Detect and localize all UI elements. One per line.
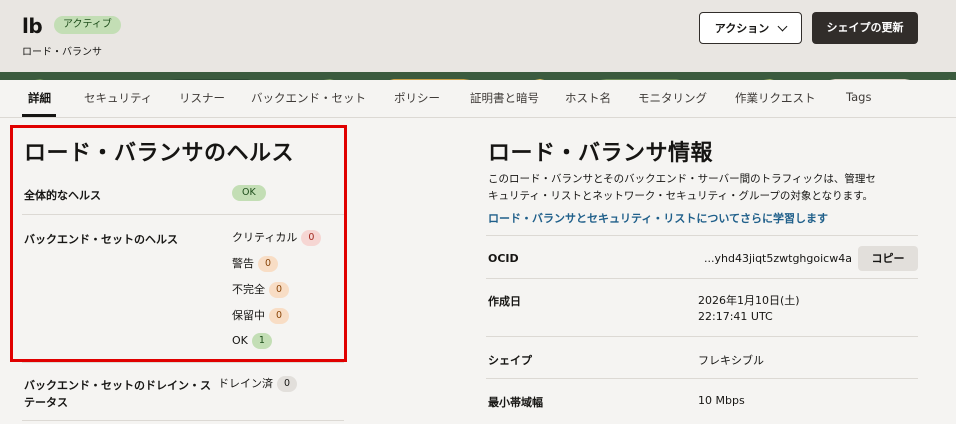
bandwidth-value: 10 Mbps — [698, 394, 745, 407]
info-title: ロード・バランサ情報 — [488, 141, 714, 166]
resource-type: ロード・バランサ — [22, 47, 102, 58]
drain-status-label-line1: バックエンド・セットのドレイン・ス — [24, 379, 211, 392]
info-description-line2: キュリティ・リストとネットワーク・セキュリティ・グループの対象となります。 — [488, 190, 874, 202]
divider — [486, 278, 918, 279]
active-tab-indicator — [22, 114, 56, 117]
tab-policies[interactable]: ポリシー — [394, 90, 440, 106]
created-date: 2026年1月10日(土) — [698, 294, 800, 307]
status-badge: アクティブ — [54, 16, 121, 34]
divider — [486, 378, 918, 379]
tab-hostnames[interactable]: ホスト名 — [565, 90, 611, 106]
info-description: このロード・バランサとそのバックエンド・サーバー間のトラフィックは、管理セ キュ… — [488, 171, 928, 205]
shape-label: シェイプ — [488, 354, 532, 367]
tab-monitoring[interactable]: モニタリング — [638, 90, 707, 106]
divider — [486, 336, 918, 337]
ocid-label: OCID — [488, 252, 519, 265]
created-time: 22:17:41 UTC — [698, 310, 773, 323]
info-description-line1: このロード・バランサとそのバックエンド・サーバー間のトラフィックは、管理セ — [488, 173, 876, 185]
drain-status-count: 0 — [277, 376, 297, 392]
learn-more-link[interactable]: ロード・バランサとセキュリティ・リストについてさらに学習します — [488, 210, 828, 226]
tab-security[interactable]: セキュリティ — [84, 90, 152, 106]
created-value: 2026年1月10日(土) 22:17:41 UTC — [698, 293, 800, 325]
tab-bar: 詳細 セキュリティ リスナー バックエンド・セット ポリシー 証明書と暗号 ホス… — [0, 80, 956, 118]
divider — [22, 420, 344, 421]
ocid-value: ...yhd43jiqt5zwtghgoicw4a — [704, 252, 852, 265]
tab-listeners[interactable]: リスナー — [179, 90, 225, 106]
tab-work-requests[interactable]: 作業リクエスト — [735, 90, 816, 106]
drain-status-label-line2: テータス — [24, 396, 68, 409]
tab-details[interactable]: 詳細 — [28, 90, 51, 106]
tab-certificates[interactable]: 証明書と暗号 — [470, 90, 539, 106]
decorative-banner — [0, 72, 956, 80]
drain-status-label: バックエンド・セットのドレイン・ス テータス — [24, 377, 211, 411]
chevron-down-icon — [777, 21, 788, 31]
drain-status-text: ドレイン済 — [218, 377, 273, 390]
page-header: lb アクティブ ロード・バランサ アクション シェイプの更新 — [0, 0, 956, 74]
tab-backend-sets[interactable]: バックエンド・セット — [251, 90, 366, 106]
actions-label: アクション — [714, 22, 770, 35]
actions-button[interactable]: アクション — [699, 12, 802, 44]
bandwidth-label: 最小帯域幅 — [488, 396, 543, 409]
divider — [486, 235, 918, 236]
divider — [22, 362, 344, 363]
created-label: 作成日 — [488, 295, 521, 308]
drain-status-value: ドレイン済 0 — [218, 375, 297, 392]
tab-tags[interactable]: Tags — [846, 90, 871, 104]
highlight-box — [10, 125, 347, 362]
shape-value: フレキシブル — [698, 354, 764, 367]
copy-ocid-button[interactable]: コピー — [858, 246, 918, 271]
update-shape-button[interactable]: シェイプの更新 — [812, 12, 918, 44]
resource-name: lb — [22, 14, 43, 38]
